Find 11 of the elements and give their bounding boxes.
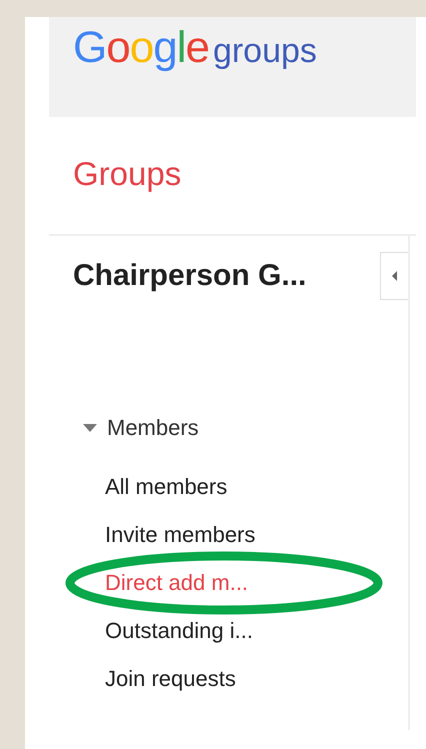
nav-item[interactable]: Invite members: [105, 522, 256, 548]
nav-item[interactable]: Direct add m...: [105, 570, 248, 596]
caret-icon: [390, 271, 398, 281]
section-title[interactable]: Groups: [49, 117, 416, 236]
nav-section[interactable]: Members: [107, 415, 199, 441]
nav-item[interactable]: Join requests: [105, 666, 236, 692]
nav-item[interactable]: Outstanding i...: [105, 618, 253, 644]
logo-product-name[interactable]: groups: [212, 32, 317, 71]
group-name: Chairperson G...: [73, 259, 306, 293]
collapse-button[interactable]: [380, 252, 408, 300]
nav-item[interactable]: All members: [105, 474, 228, 500]
